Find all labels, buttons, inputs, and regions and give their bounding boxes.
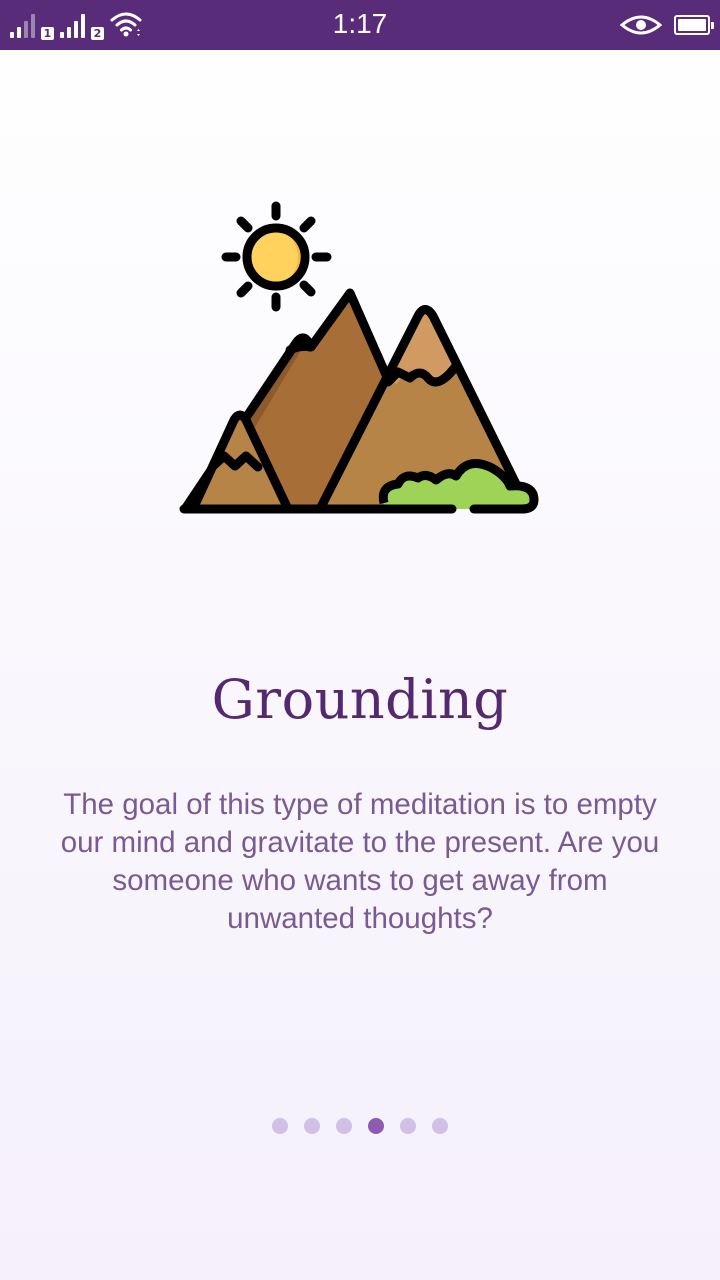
status-right xyxy=(620,10,714,40)
mountains-with-sun-icon xyxy=(179,201,539,514)
page-dot-2[interactable] xyxy=(304,1118,320,1134)
battery-icon xyxy=(674,15,714,35)
signal-sim1-icon: 1 xyxy=(10,12,54,40)
status-bar: 1 2 1:17 xyxy=(0,0,720,50)
slide-description: The goal of this type of meditation is t… xyxy=(60,788,660,935)
page-indicator xyxy=(0,1118,720,1134)
signal-sim2-icon: 2 xyxy=(60,12,104,40)
slide-title: Grounding xyxy=(211,668,509,731)
page-dot-3[interactable] xyxy=(336,1118,352,1134)
page-dot-1[interactable] xyxy=(272,1118,288,1134)
eye-icon xyxy=(620,15,662,35)
sim2-label: 2 xyxy=(91,27,104,40)
page-dot-4[interactable] xyxy=(368,1118,384,1134)
status-left: 1 2 xyxy=(10,10,144,40)
sim1-label: 1 xyxy=(41,27,54,40)
page-dot-6[interactable] xyxy=(432,1118,448,1134)
page-dot-5[interactable] xyxy=(400,1118,416,1134)
wifi-icon xyxy=(110,12,142,37)
